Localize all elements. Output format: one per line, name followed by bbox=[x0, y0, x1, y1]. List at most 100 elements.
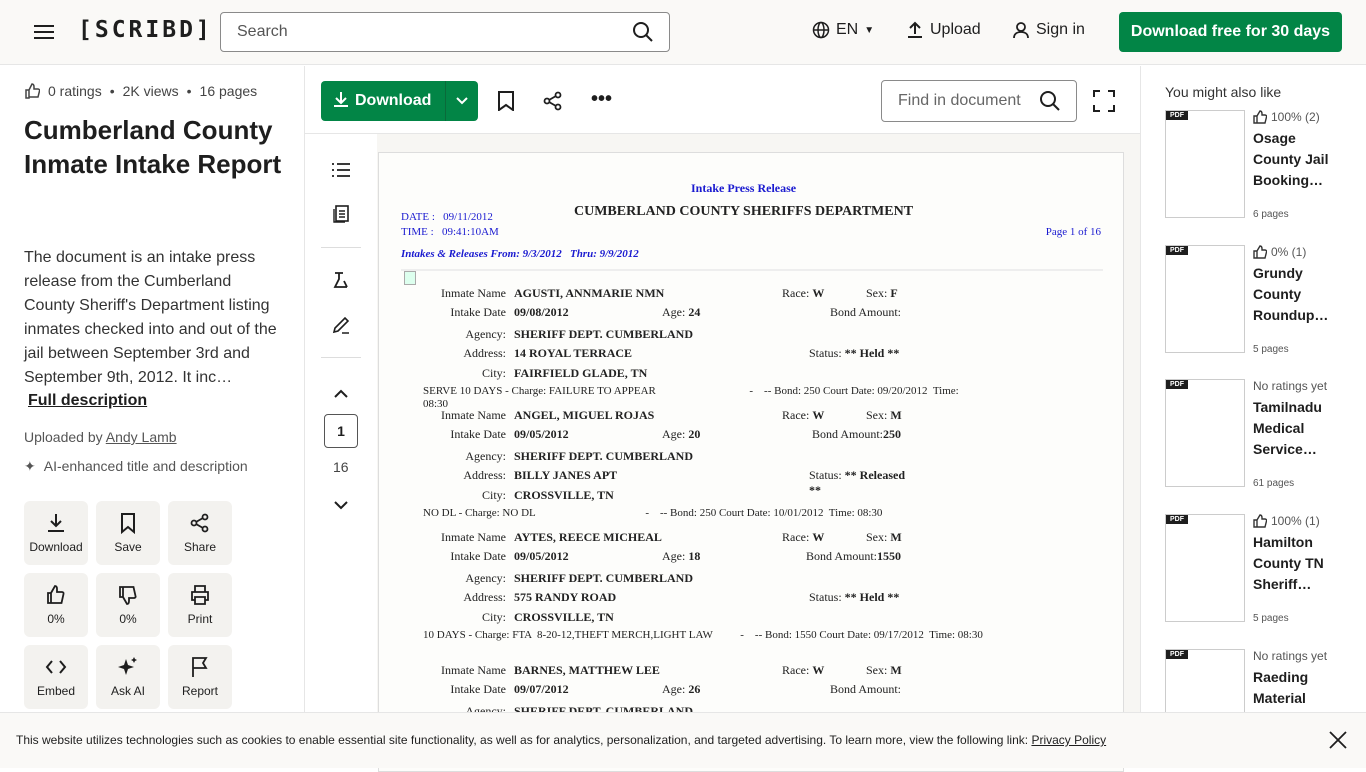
action-label: Report bbox=[181, 684, 219, 698]
time-label: TIME : bbox=[401, 226, 434, 238]
share-icon[interactable] bbox=[543, 91, 563, 116]
page-thumbnails-icon[interactable] bbox=[333, 205, 349, 228]
hamburger-menu-icon[interactable] bbox=[33, 24, 55, 45]
rail-divider bbox=[321, 357, 361, 358]
previous-page-chevron-up-icon[interactable] bbox=[334, 385, 348, 403]
bond-label: Bond Amount: bbox=[829, 682, 901, 696]
table-of-contents-icon[interactable] bbox=[332, 162, 350, 183]
upload-label: Upload bbox=[930, 21, 981, 38]
bond-amount: Bond Amount: bbox=[830, 305, 901, 320]
fullscreen-icon[interactable] bbox=[1093, 90, 1115, 117]
top-navigation: [SCRIBD] Search EN ▼ Upload Sign in Downl… bbox=[0, 0, 1366, 65]
ratings-count: 0 ratings bbox=[48, 83, 102, 99]
ai-tools-icon[interactable] bbox=[332, 271, 350, 294]
action-label: 0% bbox=[119, 612, 137, 626]
find-in-document-input[interactable]: Find in document bbox=[881, 80, 1077, 122]
related-title[interactable]: Grundy County Roundup… bbox=[1253, 263, 1343, 326]
race-value: W bbox=[812, 286, 825, 300]
upload-button[interactable]: Upload bbox=[906, 21, 981, 39]
viewer-side-rail bbox=[305, 134, 377, 768]
age-label: Age: bbox=[662, 427, 686, 441]
document-thumbnail[interactable]: PDF bbox=[1165, 110, 1245, 218]
sex-label: Sex: bbox=[866, 286, 888, 300]
download-button[interactable]: Download bbox=[321, 81, 478, 121]
action-download-button[interactable]: Download bbox=[24, 501, 88, 565]
action-label: Share bbox=[183, 540, 217, 554]
cookie-message: This website utilizes technologies such … bbox=[16, 733, 1029, 747]
document-thumbnail[interactable]: PDF bbox=[1165, 514, 1245, 622]
separator: • bbox=[109, 83, 115, 99]
thumbs-up-icon bbox=[25, 83, 40, 99]
inmate-name: AYTES, REECE MICHEAL bbox=[514, 530, 662, 544]
search-icon[interactable] bbox=[1040, 91, 1060, 111]
inmate-name-label: Inmate Name bbox=[441, 663, 506, 677]
action-share-button[interactable]: Share bbox=[168, 501, 232, 565]
action-code-button[interactable]: Embed bbox=[24, 645, 88, 709]
bookmark-icon[interactable] bbox=[497, 91, 515, 116]
close-icon[interactable] bbox=[1329, 731, 1347, 752]
sex-label: Sex: bbox=[866, 408, 888, 422]
agency: SHERIFF DEPT. CUMBERLAND bbox=[514, 327, 694, 341]
race: Race: W bbox=[782, 663, 824, 678]
doc-time: TIME : 09:41:10AM bbox=[401, 226, 499, 238]
action-sparkle-button[interactable]: Ask AI bbox=[96, 645, 160, 709]
ai-note: ✦ AI-enhanced title and description bbox=[24, 458, 248, 475]
search-input[interactable]: Search bbox=[220, 12, 670, 52]
current-page-input[interactable]: 1 bbox=[324, 414, 358, 448]
thumbs-up-icon bbox=[1253, 245, 1267, 259]
related-title[interactable]: Raeding Material bbox=[1253, 667, 1343, 709]
action-bookmark-button[interactable]: Save bbox=[96, 501, 160, 565]
age: Age: 26 bbox=[662, 682, 700, 697]
sparkle-icon bbox=[118, 657, 137, 675]
rating: 100% (1) bbox=[1253, 514, 1320, 528]
sex-label: Sex: bbox=[866, 663, 888, 677]
annotate-pen-icon[interactable] bbox=[332, 316, 350, 339]
related-title[interactable]: Tamilnadu Medical Service… bbox=[1253, 397, 1343, 460]
race-label: Race: bbox=[782, 530, 810, 544]
status: Status: ** Held ** bbox=[809, 590, 919, 605]
action-flag-button[interactable]: Report bbox=[168, 645, 232, 709]
agency-label: Agency: bbox=[465, 327, 506, 341]
privacy-policy-link[interactable]: Privacy Policy bbox=[1031, 733, 1106, 747]
document-title: Cumberland County Inmate Intake Report bbox=[24, 115, 282, 179]
next-page-chevron-down-icon[interactable] bbox=[334, 497, 348, 515]
action-thumbs-down-button[interactable]: 0% bbox=[96, 573, 160, 637]
action-tiles: Download Save Share 0% 0% Print Embed Ask AI Rep… bbox=[24, 501, 232, 709]
action-label: Ask AI bbox=[110, 684, 145, 698]
document-thumbnail[interactable]: PDF bbox=[1165, 245, 1245, 353]
ai-note-label: AI-enhanced title and description bbox=[43, 458, 248, 474]
scribd-logo[interactable]: [SCRIBD] bbox=[78, 17, 213, 43]
race-value: W bbox=[812, 663, 825, 677]
search-placeholder: Search bbox=[237, 23, 288, 40]
sparkle-icon: ✦ bbox=[24, 458, 36, 474]
related-title[interactable]: Osage County Jail Booking… bbox=[1253, 128, 1343, 191]
more-options-icon[interactable]: ••• bbox=[591, 88, 612, 111]
department-name: CUMBERLAND COUNTY SHERIFFS DEPARTMENT bbox=[574, 204, 914, 219]
related-title[interactable]: Hamilton County TN Sheriff… bbox=[1253, 532, 1343, 595]
race-value: W bbox=[812, 530, 825, 544]
document-thumbnail[interactable]: PDF bbox=[1165, 379, 1245, 487]
sex-value: M bbox=[890, 530, 902, 544]
city-label: City: bbox=[481, 488, 506, 502]
action-thumbs-up-button[interactable]: 0% bbox=[24, 573, 88, 637]
address: 14 ROYAL TERRACE bbox=[514, 346, 633, 360]
rating-text: 0% (1) bbox=[1271, 245, 1307, 259]
inmate-name-label: Inmate Name bbox=[441, 408, 506, 422]
download-options-chevron-icon[interactable] bbox=[445, 81, 478, 121]
action-print-button[interactable]: Print bbox=[168, 573, 232, 637]
bond-label: Bond Amount: bbox=[805, 549, 877, 563]
city-label: City: bbox=[481, 610, 506, 624]
uploader-link[interactable]: Andy Lamb bbox=[106, 429, 177, 445]
date-range: Intakes & Releases From: 9/3/2012 Thru: … bbox=[401, 248, 639, 260]
download-free-trial-button[interactable]: Download free for 30 days bbox=[1119, 12, 1342, 52]
bond-amount: Bond Amount: bbox=[830, 682, 901, 697]
full-description-link[interactable]: Full description bbox=[28, 392, 147, 410]
search-icon[interactable] bbox=[633, 22, 653, 42]
action-label: 0% bbox=[47, 612, 65, 626]
city: CROSSVILLE, TN bbox=[514, 610, 614, 624]
intake-date: 09/08/2012 bbox=[514, 305, 569, 319]
language-selector[interactable]: EN ▼ bbox=[812, 21, 874, 39]
action-label: Save bbox=[114, 540, 142, 554]
date-value: 09/11/2012 bbox=[443, 211, 493, 223]
sign-in-button[interactable]: Sign in bbox=[1012, 21, 1085, 39]
